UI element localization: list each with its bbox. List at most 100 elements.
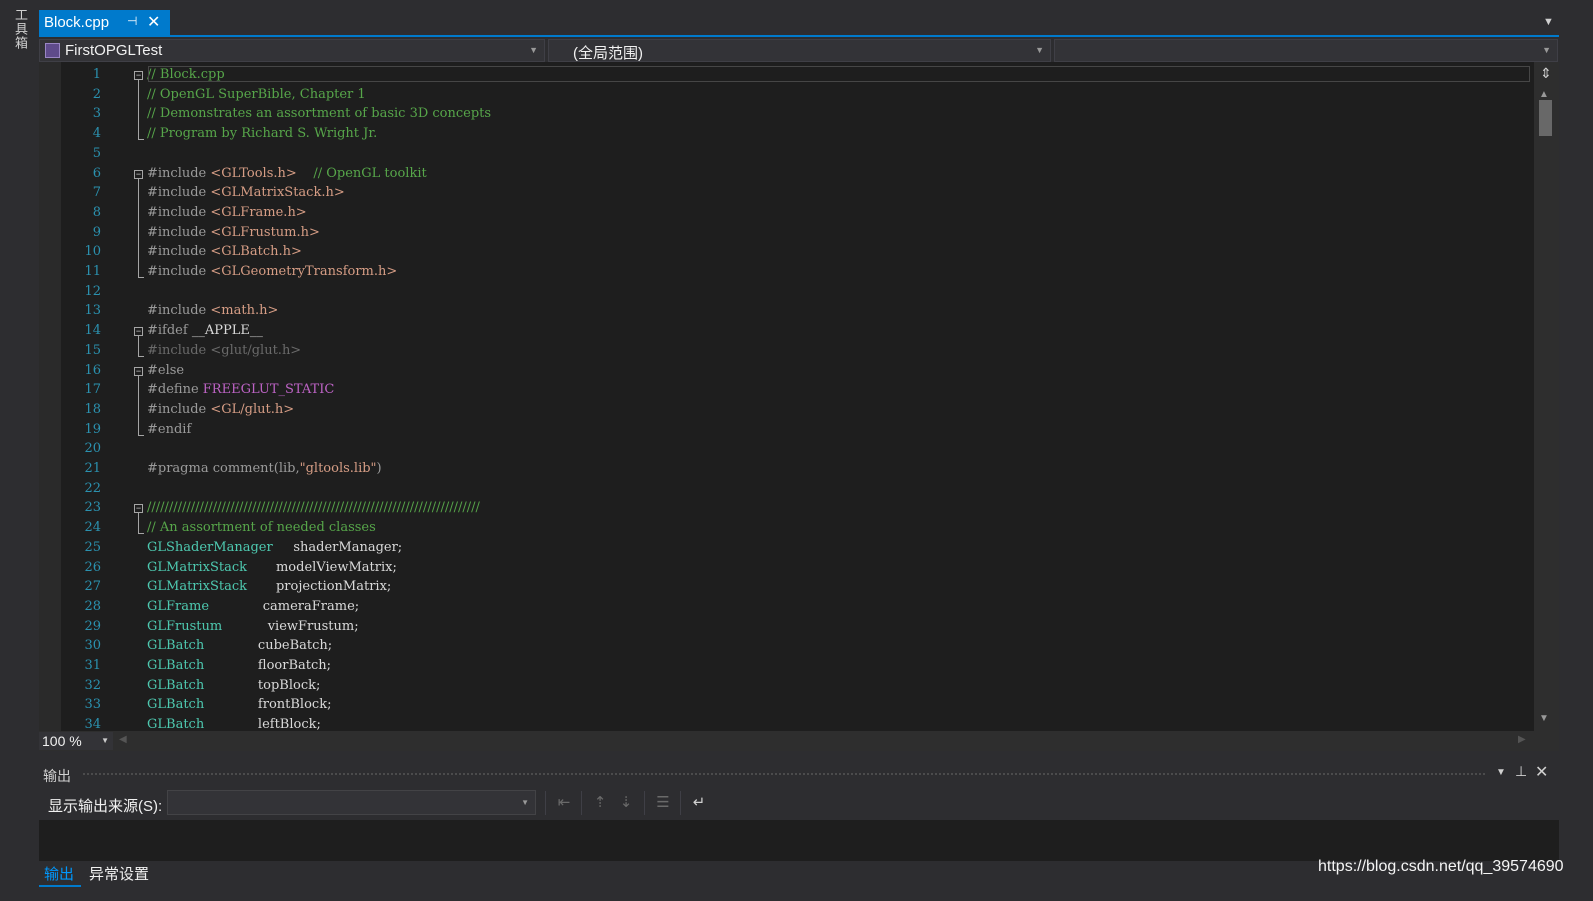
code-text: #pragma comment(lib,"gltools.lib") — [147, 461, 382, 476]
code-token: <GLMatrixStack.h> — [210, 185, 345, 201]
scope-dropdown[interactable]: (全局范围) ▼ — [548, 39, 1051, 62]
scroll-right-icon[interactable]: ▶ — [1518, 734, 1526, 745]
toolbox-tab[interactable]: 工具箱 — [10, 8, 30, 50]
code-line[interactable]: 34 GLBatch leftBlock; — [39, 714, 1519, 731]
fold-collapse-icon[interactable]: − — [134, 504, 143, 514]
code-line[interactable]: 27 GLMatrixStack projectionMatrix; — [39, 576, 1519, 596]
code-token: GLBatch — [147, 677, 258, 693]
code-text: #else — [147, 363, 184, 378]
code-token: viewFrustum; — [267, 618, 359, 634]
horizontal-scrollbar[interactable] — [39, 731, 1559, 751]
document-tab-block-cpp[interactable]: Block.cpp ⊣ ✕ — [39, 10, 170, 36]
code-token: modelViewMatrix; — [275, 559, 397, 575]
line-number: 5 — [92, 145, 101, 161]
tab-overflow-dropdown-icon[interactable]: ▼ — [1543, 16, 1554, 28]
fold-collapse-icon[interactable]: − — [134, 366, 143, 376]
tab-output[interactable]: 输出 — [39, 861, 81, 887]
clear-all-icon[interactable]: ☰ — [653, 793, 673, 813]
code-line[interactable]: 13 #include <math.h> — [39, 300, 1519, 320]
code-line[interactable]: 25 GLShaderManager shaderManager; — [39, 537, 1519, 557]
code-line[interactable]: 23 −/////////////////////////////////////… — [39, 497, 1519, 517]
code-line[interactable]: 26 GLMatrixStack modelViewMatrix; — [39, 557, 1519, 577]
code-line[interactable]: 5 — [39, 143, 1519, 163]
code-editor[interactable]: 1−// Block.cpp 2// OpenGL SuperBible, Cha… — [39, 62, 1559, 731]
project-dropdown[interactable]: FirstOPGLTest ▼ — [39, 39, 545, 62]
code-text: // An assortment of needed classes — [147, 520, 376, 535]
code-line[interactable]: 7 #include <GLMatrixStack.h> — [39, 182, 1519, 202]
code-line[interactable]: 33 GLBatch frontBlock; — [39, 694, 1519, 714]
code-token: GLFrame — [147, 598, 263, 614]
window-position-dropdown-icon[interactable]: ▼ — [1496, 767, 1506, 778]
fold-guide-line — [138, 375, 139, 435]
line-number: 12 — [84, 283, 101, 299]
code-line[interactable]: 8 #include <GLFrame.h> — [39, 202, 1519, 222]
pin-tab-icon[interactable]: ⊣ — [127, 14, 137, 28]
scroll-left-icon[interactable]: ◀ — [119, 734, 127, 745]
code-line[interactable]: 15 #include <glut/glut.h> — [39, 340, 1519, 360]
code-line[interactable]: 18 #include <GL/glut.h> — [39, 399, 1519, 419]
goto-next-icon[interactable]: ⇣ — [616, 793, 636, 813]
code-line[interactable]: 19 #endif — [39, 419, 1519, 439]
output-text-area[interactable] — [39, 820, 1559, 861]
code-token: __APPLE__ — [191, 323, 263, 339]
code-text: #include <GLGeometryTransform.h> — [147, 264, 397, 279]
goto-previous-icon[interactable]: ⇡ — [590, 793, 610, 813]
code-line[interactable]: 3 // Demonstrates an assortment of basic … — [39, 103, 1519, 123]
toggle-word-wrap-icon[interactable]: ↵ — [689, 793, 709, 813]
code-line[interactable]: 31 GLBatch floorBatch; — [39, 655, 1519, 675]
code-token: cameraFrame; — [262, 598, 360, 614]
scroll-up-icon[interactable]: ▲ — [1539, 89, 1549, 100]
code-line[interactable]: 11 #include <GLGeometryTransform.h> — [39, 261, 1519, 281]
code-line[interactable]: 29 GLFrustum viewFrustum; — [39, 616, 1519, 636]
tab-exception-settings[interactable]: 异常设置 — [89, 863, 149, 884]
code-line[interactable]: 9 #include <GLFrustum.h> — [39, 222, 1519, 242]
output-source-dropdown[interactable]: ▼ — [167, 790, 536, 815]
line-number: 4 — [92, 126, 101, 142]
line-number: 16 — [84, 362, 101, 378]
scroll-down-icon[interactable]: ▼ — [1539, 713, 1549, 724]
fold-collapse-icon[interactable]: − — [134, 169, 143, 179]
tab-bar-accent-line — [39, 35, 1559, 37]
code-text: GLMatrixStack projectionMatrix; — [147, 579, 391, 594]
code-line[interactable]: 20 — [39, 438, 1519, 458]
chevron-down-icon: ▼ — [1542, 45, 1551, 55]
code-line[interactable]: 30 GLBatch cubeBatch; — [39, 635, 1519, 655]
code-line[interactable]: 32 GLBatch topBlock; — [39, 675, 1519, 695]
line-number: 11 — [84, 264, 101, 279]
code-token: ) — [376, 461, 382, 476]
close-tab-icon[interactable]: ✕ — [147, 12, 160, 32]
code-line[interactable]: 22 — [39, 478, 1519, 498]
cpp-project-icon — [45, 43, 60, 58]
fold-collapse-icon[interactable]: − — [134, 71, 143, 80]
line-number: 18 — [84, 401, 101, 417]
line-number: 14 — [84, 323, 101, 339]
line-number: 7 — [92, 185, 101, 201]
split-window-icon[interactable]: ⇕ — [1537, 65, 1555, 83]
code-line[interactable]: 24 // An assortment of needed classes — [39, 517, 1519, 537]
close-panel-icon[interactable]: ✕ — [1535, 762, 1548, 782]
code-line[interactable]: 28 GLFrame cameraFrame; — [39, 596, 1519, 616]
fold-collapse-icon[interactable]: − — [134, 327, 143, 337]
code-line[interactable]: 21 #pragma comment(lib,"gltools.lib") — [39, 458, 1519, 478]
code-token: // Demonstrates an assortment of basic 3… — [147, 106, 492, 122]
member-dropdown[interactable]: ▼ — [1054, 39, 1558, 62]
code-token: #define — [147, 382, 203, 398]
vertical-scrollbar[interactable] — [1534, 62, 1559, 731]
auto-hide-pin-icon[interactable]: ⊥ — [1515, 763, 1527, 780]
zoom-dropdown[interactable]: 100 % ▼ — [39, 732, 113, 750]
code-line[interactable]: 10 #include <GLBatch.h> — [39, 241, 1519, 261]
line-number: 15 — [84, 342, 101, 358]
code-line[interactable]: 4 // Program by Richard S. Wright Jr. — [39, 123, 1519, 143]
code-line[interactable]: 12 — [39, 281, 1519, 301]
code-line[interactable]: 17 #define FREEGLUT_STATIC — [39, 379, 1519, 399]
code-line[interactable]: 6 − #include <GLTools.h> // OpenGL toolkit — [39, 163, 1519, 183]
code-line[interactable]: 2 // OpenGL SuperBible, Chapter 1 — [39, 84, 1519, 104]
code-text: // Program by Richard S. Wright Jr. — [147, 126, 377, 141]
panel-drag-grip[interactable] — [82, 772, 1487, 777]
scrollbar-thumb[interactable] — [1539, 100, 1552, 136]
code-line[interactable]: 16 − #else — [39, 360, 1519, 380]
goto-previous-message-icon[interactable]: ⇤ — [554, 793, 574, 813]
code-line[interactable]: 14 − #ifdef __APPLE__ — [39, 320, 1519, 340]
current-line-highlight — [148, 66, 1530, 82]
